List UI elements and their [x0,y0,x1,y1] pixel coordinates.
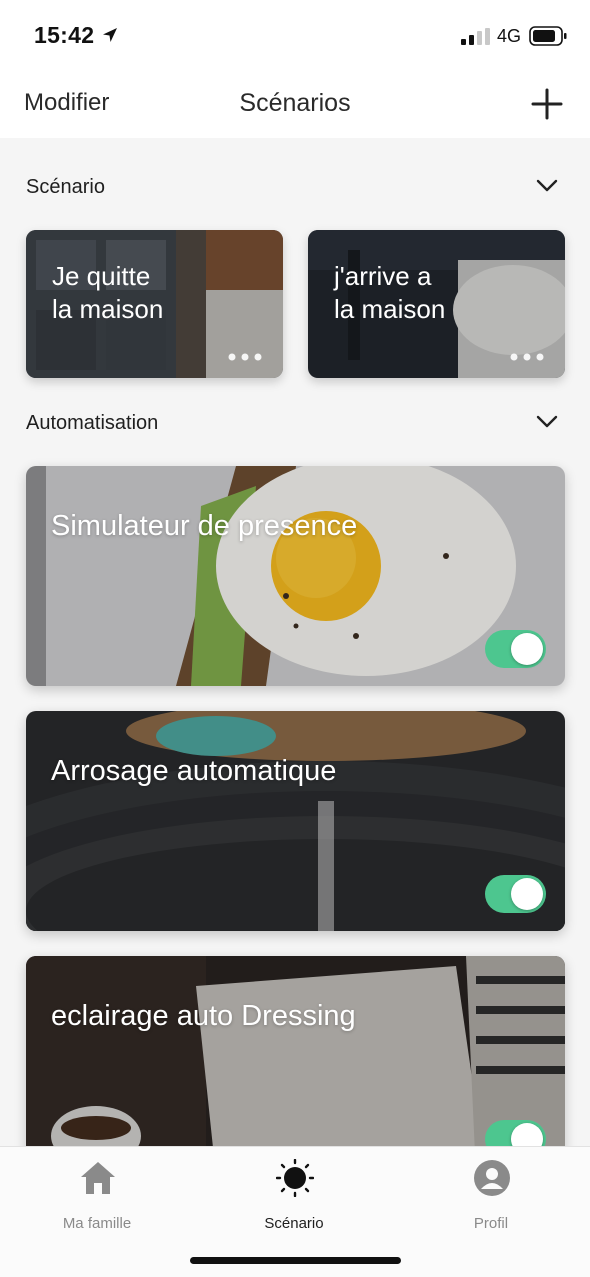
chevron-down-icon[interactable] [535,176,559,194]
egg-toast-photo [26,466,565,686]
status-bar: 15:42 4G [0,0,590,70]
location-arrow-icon [103,28,117,42]
scenario-section-header[interactable]: Scénario [0,164,590,208]
tab-label: Ma famille [62,1215,132,1232]
automation-title: eclairage auto Dressing [51,1000,356,1032]
network-type: 4G [497,26,522,46]
automation-toggle[interactable] [485,1120,546,1146]
automation-toggle[interactable] [485,875,546,913]
toggle-knob [511,878,543,910]
automation-section-header[interactable]: Automatisation [0,400,590,444]
nav-bar: Modifier Scénarios [0,70,590,138]
home-indicator[interactable] [190,1257,401,1264]
sun-icon [276,1159,314,1197]
more-dots-icon[interactable] [509,352,545,362]
scenario-title-line-2: la maison [52,294,164,324]
battery-icon [529,26,567,46]
tab-scenario[interactable]: Scénario [219,1157,369,1232]
scenario-section-title: Scénario [26,176,105,198]
home-icon [81,1162,115,1194]
tab-ma-famille[interactable]: Ma famille [22,1157,172,1232]
scenario-title: j'arrive a la maison [334,260,544,326]
scenario-title: Je quitte la maison [52,260,262,326]
automation-title: Arrosage automatique [51,755,337,787]
vinyl-record-photo [26,711,565,931]
scenario-title-line-2: la maison [334,294,446,324]
status-time: 15:42 [34,22,95,48]
automation-card[interactable]: Simulateur de presence [26,466,565,686]
automation-card[interactable]: eclairage auto Dressing [26,956,565,1146]
automation-section-title: Automatisation [26,412,159,434]
automation-title: Simulateur de presence [51,510,358,542]
tab-label: Profil [473,1215,509,1232]
scenario-title-line-1: Je quitte [52,261,151,291]
plus-icon[interactable] [531,88,563,120]
scenario-card-arrive-home[interactable]: j'arrive a la maison [308,230,565,378]
chevron-down-icon[interactable] [535,412,559,430]
tab-bar: Ma famille Scénario Profil [0,1146,590,1277]
scenarios-content: Scénario Je quitte la maison j'arrive a … [0,138,590,1146]
pillow-coffee-photo [26,956,565,1146]
tab-profil[interactable]: Profil [416,1157,566,1232]
page-title: Scénarios [239,89,351,117]
profile-icon [474,1160,510,1196]
automation-toggle[interactable] [485,630,546,668]
tab-label: Scénario [264,1215,324,1232]
automation-card[interactable]: Arrosage automatique [26,711,565,931]
more-dots-icon[interactable] [227,352,263,362]
toggle-knob [511,1123,543,1146]
signal-icon [461,28,490,45]
toggle-knob [511,633,543,665]
scenario-title-line-1: j'arrive a [334,261,432,291]
scenario-card-leave-home[interactable]: Je quitte la maison [26,230,283,378]
